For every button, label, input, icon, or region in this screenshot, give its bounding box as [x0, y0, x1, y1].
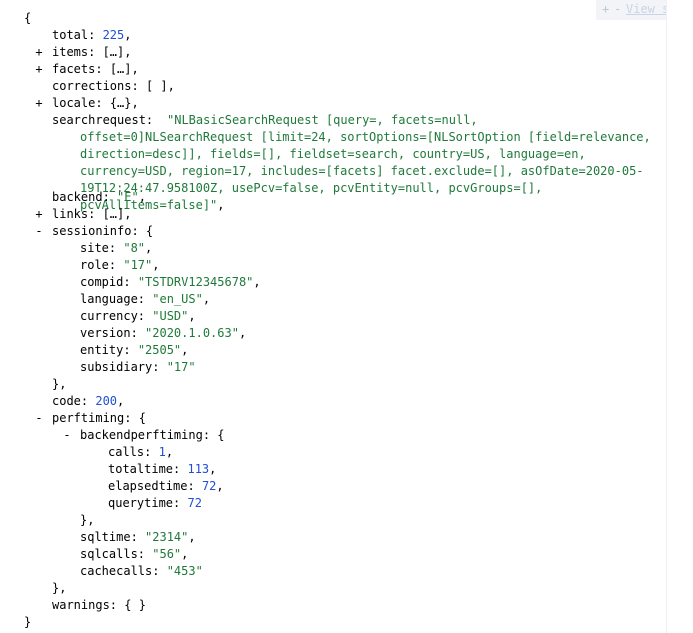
- backendperftiming-close: },: [80, 513, 95, 527]
- backendperftiming-key: backendperftiming: [80, 428, 203, 442]
- collapse-toggle-icon[interactable]: -: [34, 410, 44, 427]
- collapse-toggle-icon[interactable]: -: [62, 427, 72, 444]
- collapse-toggle-icon[interactable]: -: [34, 223, 44, 240]
- compid-row: compid: "TSTDRV12345678",: [80, 275, 261, 289]
- currency-row: currency: "USD",: [80, 309, 196, 323]
- facets-value[interactable]: […]: [110, 62, 132, 76]
- backend-value: "E": [117, 190, 139, 204]
- sessioninfo-row[interactable]: - sessioninfo: {: [34, 223, 153, 240]
- backend-row: backend: "E",: [52, 190, 146, 204]
- cachecalls-row: cachecalls: "453": [80, 564, 203, 578]
- expand-toggle-icon[interactable]: +: [34, 95, 44, 112]
- items-value[interactable]: […]: [103, 45, 125, 59]
- sessioninfo-close: },: [52, 377, 67, 391]
- backend-key: backend: [52, 190, 103, 204]
- links-value[interactable]: […]: [103, 207, 125, 221]
- items-key: items: [52, 45, 89, 59]
- perftiming-key: perftiming: [52, 411, 125, 425]
- facets-row[interactable]: + facets: […],: [34, 61, 138, 78]
- links-row[interactable]: + links: […],: [34, 206, 131, 223]
- panel-divider: [666, 0, 667, 633]
- totaltime-row: totaltime: 113,: [108, 462, 217, 476]
- locale-row[interactable]: + locale: {…},: [34, 95, 138, 112]
- corrections-key: corrections: [52, 79, 132, 93]
- version-row: version: "2020.1.0.63",: [80, 326, 247, 340]
- warnings-value: { }: [124, 598, 146, 612]
- items-row[interactable]: + items: […],: [34, 44, 131, 61]
- querytime-row: querytime: 72: [108, 496, 202, 510]
- corrections-row: corrections: [ ],: [52, 79, 175, 93]
- expand-all-button[interactable]: +: [602, 3, 609, 16]
- perftiming-row[interactable]: - perftiming: {: [34, 410, 146, 427]
- sessioninfo-key: sessioninfo: [52, 224, 132, 238]
- root-close-brace: }: [24, 615, 32, 629]
- corrections-value: [ ]: [145, 79, 168, 93]
- entity-row: entity: "2505",: [80, 343, 189, 357]
- searchrequest-value: "NLBasicSearchRequest [query=, facets=nu…: [80, 113, 651, 212]
- links-key: links: [52, 207, 89, 221]
- warnings-key: warnings: [52, 598, 110, 612]
- total-row: total: 225,: [52, 28, 132, 42]
- language-row: language: "en_US",: [80, 292, 211, 306]
- collapse-all-button[interactable]: -: [614, 3, 621, 16]
- warnings-row: warnings: { }: [52, 598, 146, 612]
- total-value: 225: [102, 28, 125, 42]
- root-open-brace: {: [24, 11, 32, 25]
- subsidiary-row: subsidiary: "17": [80, 360, 196, 374]
- facets-key: facets: [52, 62, 96, 76]
- code-key: code: [52, 394, 81, 408]
- view-source-link[interactable]: View s: [626, 3, 666, 16]
- calls-row: calls: 1,: [108, 445, 174, 459]
- locale-value[interactable]: {…}: [110, 96, 132, 110]
- perftiming-close: },: [52, 581, 67, 595]
- elapsedtime-row: elapsedtime: 72,: [108, 479, 224, 493]
- sqltime-row: sqltime: "2314",: [80, 530, 196, 544]
- code-row: code: 200,: [52, 394, 125, 408]
- viewer-toolbar: + - View s: [596, 0, 666, 20]
- backendperftiming-row[interactable]: - backendperftiming: {: [62, 427, 224, 444]
- json-viewer: + - View s { total: 225, + items: […], + f…: [0, 0, 693, 633]
- expand-toggle-icon[interactable]: +: [34, 206, 44, 223]
- expand-toggle-icon[interactable]: +: [34, 61, 44, 78]
- locale-key: locale: [52, 96, 96, 110]
- role-row: role: "17",: [80, 258, 160, 272]
- expand-toggle-icon[interactable]: +: [34, 44, 44, 61]
- total-key: total: [52, 28, 89, 42]
- code-value: 200: [95, 394, 118, 408]
- sqlcalls-row: sqlcalls: "56",: [80, 547, 189, 561]
- site-row: site: "8",: [80, 241, 153, 255]
